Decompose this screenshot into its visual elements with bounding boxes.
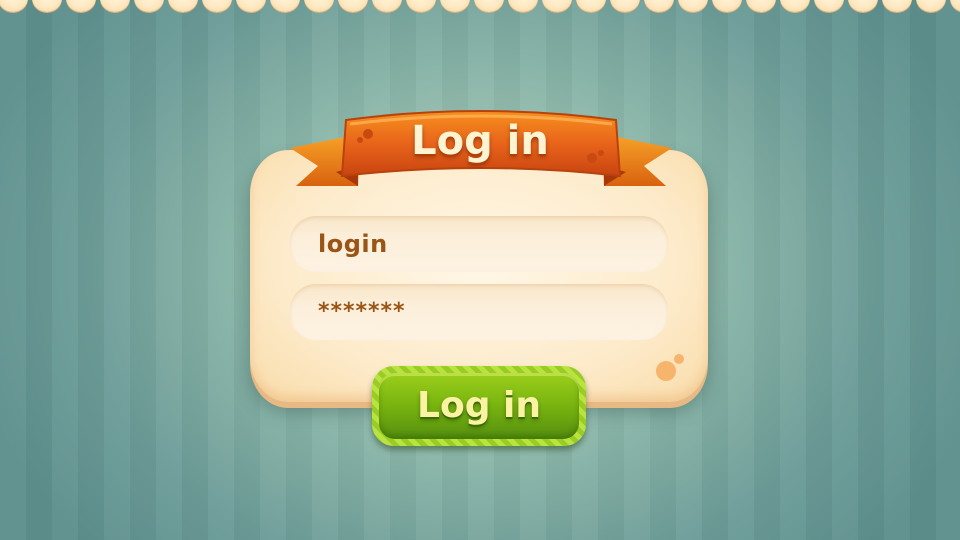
scallop-bump bbox=[338, 0, 368, 12]
decorative-dot bbox=[656, 361, 676, 381]
scallop-bump bbox=[304, 0, 334, 12]
scallop-bump bbox=[168, 0, 198, 12]
login-button-label: Log in bbox=[417, 385, 541, 426]
scalloped-top-border bbox=[0, 0, 960, 14]
scallop-bump bbox=[66, 0, 96, 12]
scallop-bump bbox=[814, 0, 844, 12]
scallop-bump bbox=[576, 0, 606, 12]
scallop-bump bbox=[270, 0, 300, 12]
scallop-bump bbox=[236, 0, 266, 12]
scallop-bump bbox=[746, 0, 776, 12]
scallop-bump bbox=[372, 0, 402, 12]
dialog-title: Log in bbox=[411, 118, 549, 164]
scallop-bump bbox=[406, 0, 436, 12]
scallop-bump bbox=[610, 0, 640, 12]
scallop-bump bbox=[916, 0, 946, 12]
login-input-value: login bbox=[318, 230, 388, 258]
scallop-bump bbox=[508, 0, 538, 12]
scallop-bump bbox=[950, 0, 960, 12]
scallop-bump bbox=[882, 0, 912, 12]
login-button[interactable]: Log in bbox=[372, 366, 586, 446]
password-input[interactable]: ******* bbox=[290, 284, 668, 340]
scallop-bump bbox=[712, 0, 742, 12]
scallop-bump bbox=[0, 0, 28, 12]
scallop-bump bbox=[678, 0, 708, 12]
login-button-face: Log in bbox=[379, 373, 579, 439]
decorative-dot bbox=[674, 354, 684, 364]
scallop-bump bbox=[134, 0, 164, 12]
scallop-bump bbox=[848, 0, 878, 12]
scallop-bump bbox=[644, 0, 674, 12]
scallop-bump bbox=[100, 0, 130, 12]
scallop-bump bbox=[202, 0, 232, 12]
scallop-bump bbox=[474, 0, 504, 12]
scallop-bump bbox=[542, 0, 572, 12]
scallop-bump bbox=[780, 0, 810, 12]
password-input-value: ******* bbox=[318, 299, 406, 324]
scallop-bump bbox=[32, 0, 62, 12]
login-input[interactable]: login bbox=[290, 216, 668, 272]
scallop-bump bbox=[440, 0, 470, 12]
